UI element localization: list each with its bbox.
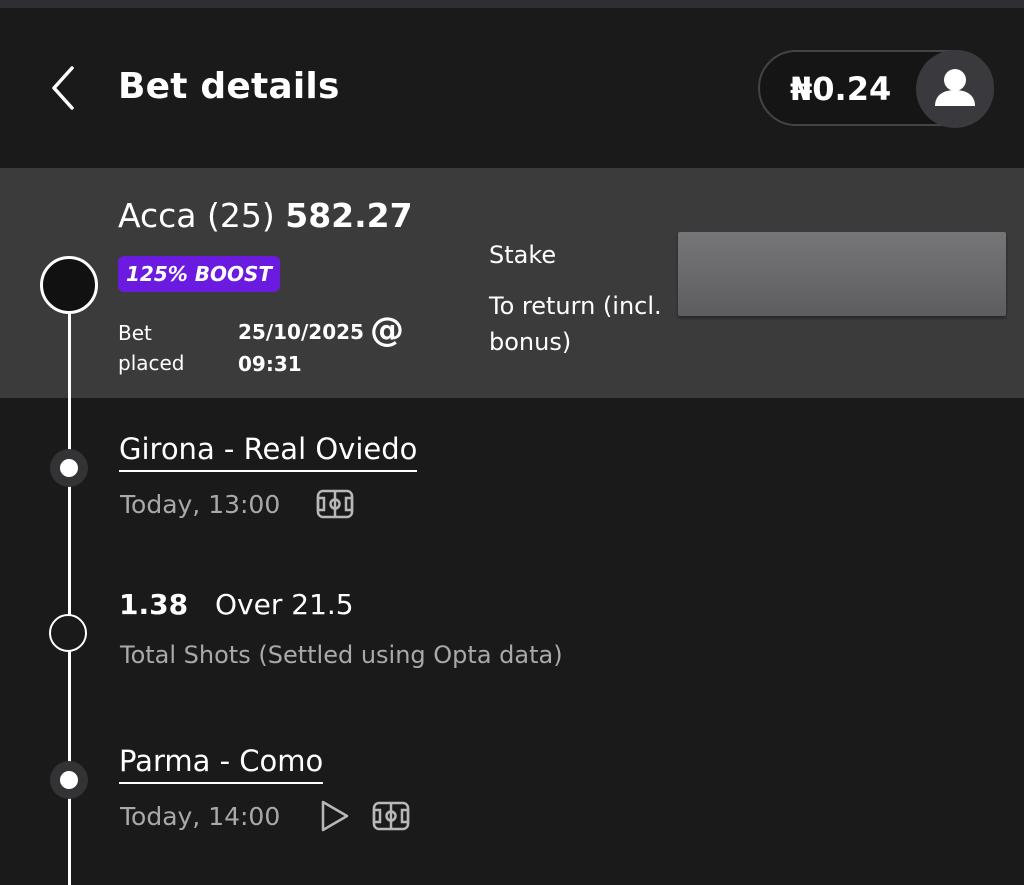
page-title: Bet details bbox=[118, 66, 340, 107]
timeline-node-event bbox=[50, 449, 88, 487]
selection-name: Over 21.5 bbox=[215, 588, 354, 621]
balance-amount: ₦0.24 bbox=[790, 70, 892, 108]
timeline-node-event bbox=[50, 761, 88, 799]
timeline-node-selection bbox=[49, 614, 87, 652]
pitch-icon[interactable] bbox=[316, 489, 354, 523]
bet-placed-label: Bet placed bbox=[118, 321, 185, 375]
balance-account-pill[interactable]: ₦0.24 bbox=[758, 50, 994, 128]
bet-placed-value: 25/10/2025 09:31 bbox=[238, 320, 364, 376]
selection-odds: 1.38 bbox=[119, 588, 189, 621]
stake-label: Stake bbox=[489, 241, 557, 269]
market-description: Total Shots (Settled using Opta data) bbox=[120, 641, 563, 669]
selection-line: 1.38 Over 21.5 bbox=[119, 586, 354, 624]
play-icon[interactable] bbox=[318, 798, 352, 838]
avatar[interactable] bbox=[916, 50, 994, 128]
pitch-icon[interactable] bbox=[372, 801, 410, 835]
chevron-left-icon bbox=[52, 66, 74, 110]
acca-odds: 582.27 bbox=[285, 196, 413, 235]
at-symbol: @ bbox=[370, 310, 404, 350]
event-time: Today, 14:00 bbox=[120, 802, 281, 831]
event-link-girona-real-oviedo[interactable]: Girona - Real Oviedo bbox=[119, 430, 418, 472]
boost-badge: 125% BOOST bbox=[118, 256, 281, 292]
redacted-amounts bbox=[678, 232, 1006, 316]
acca-title: Acca (25) 582.27 bbox=[118, 195, 413, 237]
to-return-label: To return (incl. bonus) bbox=[489, 292, 662, 356]
user-icon bbox=[935, 69, 975, 106]
event-time: Today, 13:00 bbox=[120, 490, 281, 519]
bet-details-screen: Bet details ₦0.24 Acca (25) 582.27 125% … bbox=[0, 0, 1024, 885]
back-button[interactable] bbox=[44, 62, 84, 114]
acca-label: Acca (25) bbox=[118, 196, 275, 235]
event-link-parma-como[interactable]: Parma - Como bbox=[119, 742, 324, 784]
top-strip bbox=[0, 0, 1024, 8]
timeline-node-bet bbox=[40, 256, 98, 314]
